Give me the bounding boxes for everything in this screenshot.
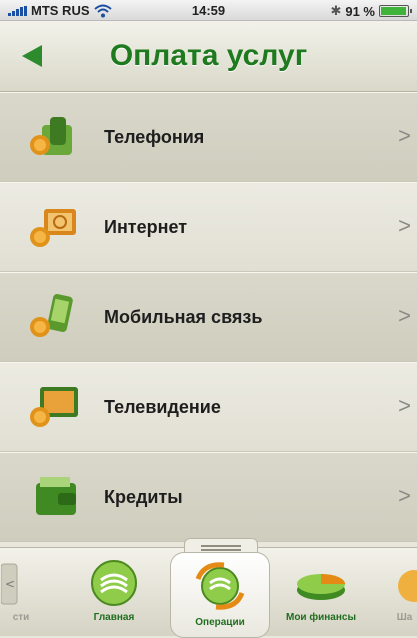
menu-item-telephony[interactable]: Телефония > — [0, 92, 417, 182]
tv-icon — [30, 387, 78, 427]
menu-item-label: Интернет — [104, 217, 188, 237]
telephone-icon — [30, 117, 72, 155]
partial-tab-icon: < — [1, 563, 18, 605]
tab-operations[interactable]: Операции — [170, 552, 270, 638]
tab-my-finances[interactable]: Мои финансы — [282, 558, 360, 623]
status-bar: MTS RUS 14:59 ✱ 91 % — [0, 0, 417, 21]
menu-item-label: Телевидение — [104, 397, 221, 417]
tab-home[interactable]: Главная — [84, 558, 144, 623]
svg-text:<: < — [5, 577, 15, 591]
battery-fill — [381, 7, 407, 15]
battery-icon — [379, 5, 412, 17]
menu-item-internet[interactable]: Интернет > — [0, 182, 417, 272]
home-icon — [91, 560, 137, 606]
status-right: ✱ 91 % — [330, 3, 412, 19]
mobile-icon — [30, 294, 73, 337]
tab-partial-left[interactable]: < сти — [0, 558, 42, 623]
tab-label: Главная — [93, 612, 135, 623]
menu-item-label: Мобильная связь — [104, 307, 263, 327]
service-list: Телефония > Интернет > Мобильная связь >… — [0, 92, 417, 547]
partial-tab-icon — [398, 570, 417, 602]
operations-icon — [195, 562, 245, 610]
chevron-right-icon: > — [398, 123, 411, 148]
navigation-header: Оплата услуг — [0, 21, 417, 92]
tab-bar: < сти Главная Операции Мои финансы Ша — [0, 538, 417, 638]
tab-label: Мои финансы — [285, 612, 356, 623]
chevron-right-icon: > — [398, 393, 411, 418]
tab-label: Ша — [396, 612, 413, 623]
tab-label: Операции — [195, 617, 245, 628]
menu-item-tv[interactable]: Телевидение > — [0, 362, 417, 452]
tab-partial-right[interactable]: Ша — [392, 558, 417, 623]
chevron-right-icon: > — [398, 213, 411, 238]
menu-item-label: Кредиты — [104, 487, 183, 507]
chevron-right-icon: > — [398, 483, 411, 508]
page-title: Оплата услуг — [109, 39, 308, 72]
tab-label: сти — [12, 612, 30, 623]
internet-icon — [30, 209, 76, 247]
battery-percent: 91 % — [345, 3, 375, 19]
menu-item-credits[interactable]: Кредиты > — [0, 452, 417, 542]
menu-item-label: Телефония — [104, 127, 205, 147]
chevron-right-icon: > — [398, 303, 411, 328]
menu-item-mobile[interactable]: Мобильная связь > — [0, 272, 417, 362]
wallet-icon — [36, 477, 76, 515]
pie-chart-icon — [297, 574, 345, 600]
bluetooth-icon: ✱ — [330, 3, 342, 18]
